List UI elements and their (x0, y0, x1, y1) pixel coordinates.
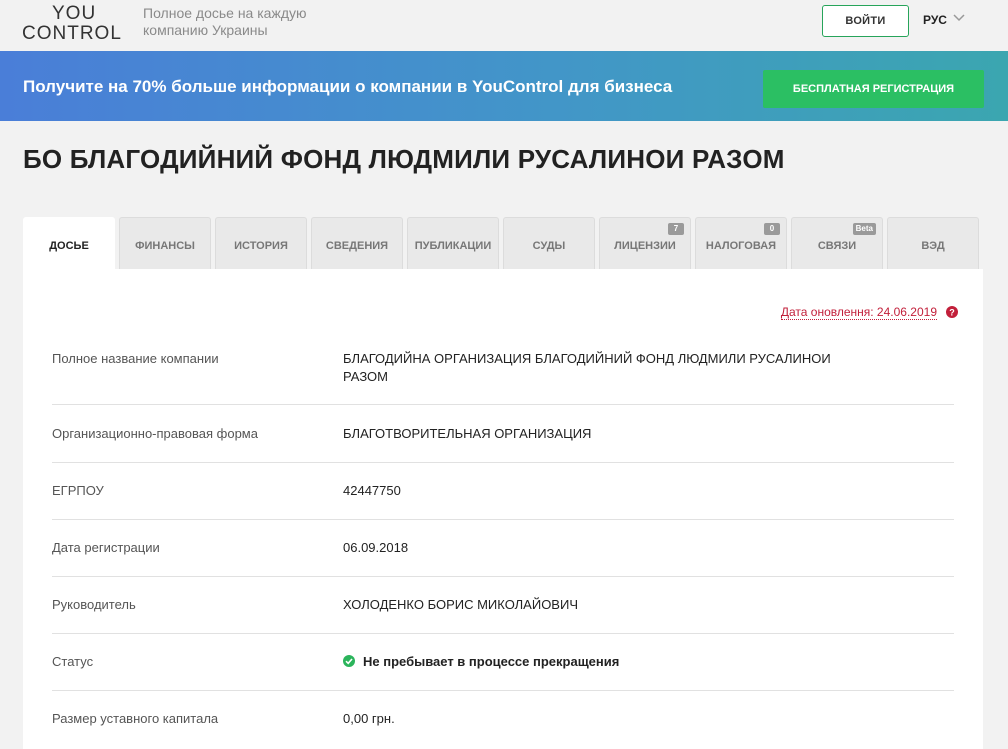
tab-label: СВЯЗИ (817, 240, 857, 252)
field-label: Статус (52, 654, 94, 669)
row-registration-date: Дата регистрации 06.09.2018 (52, 520, 954, 577)
youcontrol-logo[interactable]: YOU CONTROL (22, 3, 122, 44)
field-label: Размер уставного капитала (52, 711, 219, 726)
free-registration-button[interactable]: БЕСПЛАТНАЯ РЕГИСТРАЦИЯ (763, 70, 984, 108)
help-icon[interactable]: ? (946, 306, 958, 318)
row-legal-form: Организационно-правовая форма БЛАГОТВОРИ… (52, 405, 954, 463)
tab-bar: ДОСЬЕ ФИНАНСЫ ИСТОРИЯ СВЕДЕНИЯ ПУБЛИКАЦИ… (23, 217, 983, 271)
language-selector[interactable]: РУС (923, 13, 947, 27)
count-badge: 0 (764, 223, 780, 235)
tab-courts[interactable]: СУДЫ (503, 217, 595, 269)
tab-licenses[interactable]: 7 ЛИЦЕНЗИИ (599, 217, 691, 269)
count-badge: 7 (668, 223, 684, 235)
top-header: YOU CONTROL Полное досье на каждую компа… (0, 0, 1008, 51)
promo-text: Получите на 70% больше информации о комп… (23, 77, 673, 96)
tab-tax[interactable]: 0 НАЛОГОВАЯ (695, 217, 787, 269)
field-label: Дата регистрации (52, 540, 160, 555)
row-capital: Размер уставного капитала 0,00 грн. (52, 691, 954, 747)
field-value: 0,00 грн. (343, 711, 395, 726)
login-button[interactable]: ВОЙТИ (822, 5, 909, 37)
dossier-card: Дата оновлення: 24.06.2019 ? Полное назв… (23, 269, 983, 749)
tab-foreign-trade[interactable]: ВЭД (887, 217, 979, 269)
tab-label: СУДЫ (532, 240, 566, 252)
tab-label: ФИНАНСЫ (135, 240, 195, 252)
update-date-link[interactable]: Дата оновлення: 24.06.2019 (780, 305, 937, 320)
field-label: ЕГРПОУ (52, 483, 104, 498)
status-value: Не пребывает в процессе прекращения (363, 654, 620, 669)
field-value: БЛАГОТВОРИТЕЛЬНАЯ ОРГАНИЗАЦИЯ (343, 426, 592, 441)
field-value: 06.09.2018 (343, 540, 409, 555)
field-label: Руководитель (52, 597, 136, 612)
field-value: 42447750 (343, 483, 401, 498)
logo-top-text: YOU (52, 3, 97, 24)
tab-label: ПУБЛИКАЦИИ (414, 240, 492, 252)
tab-info[interactable]: СВЕДЕНИЯ (311, 217, 403, 269)
field-value: БЛАГОДИЙНА ОРГАНИЗАЦИЯ БЛАГОДИЙНИЙ ФОНД … (343, 351, 831, 384)
tab-connections[interactable]: Beta СВЯЗИ (791, 217, 883, 269)
field-value: ХОЛОДЕНКО БОРИС МИКОЛАЙОВИЧ (343, 597, 578, 612)
promo-banner: Получите на 70% больше информации о комп… (0, 51, 1008, 121)
row-full-name: Полное название компании БЛАГОДИЙНА ОРГА… (52, 341, 954, 405)
row-status: Статус Не пребывает в процессе прекращен… (52, 634, 954, 691)
beta-badge: Beta (852, 223, 876, 235)
chevron-down-icon[interactable] (952, 11, 966, 23)
tab-finance[interactable]: ФИНАНСЫ (119, 217, 211, 269)
field-label: Организационно-правовая форма (52, 426, 258, 441)
page-title: БО БЛАГОДИЙНИЙ ФОНД ЛЮДМИЛИ РУСАЛИНОИ РА… (23, 144, 785, 174)
logo-bottom-text: CONTROL (22, 23, 122, 44)
field-label: Полное название компании (52, 351, 219, 366)
tab-dossier[interactable]: ДОСЬЕ (23, 217, 115, 271)
tab-label: ДОСЬЕ (49, 240, 89, 252)
tab-label: ЛИЦЕНЗИИ (614, 240, 676, 252)
row-director: Руководитель ХОЛОДЕНКО БОРИС МИКОЛАЙОВИЧ (52, 577, 954, 634)
svg-text:?: ? (949, 308, 955, 318)
tagline: Полное досье на каждую компанию Украины (143, 5, 307, 38)
tab-label: СВЕДЕНИЯ (325, 240, 389, 252)
tab-publications[interactable]: ПУБЛИКАЦИИ (407, 217, 499, 269)
tab-history[interactable]: ИСТОРИЯ (215, 217, 307, 269)
check-circle-icon (343, 655, 355, 667)
row-edrpou: ЕГРПОУ 42447750 (52, 463, 954, 520)
tab-label: ИСТОРИЯ (234, 240, 288, 252)
tab-label: ВЭД (921, 240, 945, 252)
tab-label: НАЛОГОВАЯ (705, 240, 777, 252)
